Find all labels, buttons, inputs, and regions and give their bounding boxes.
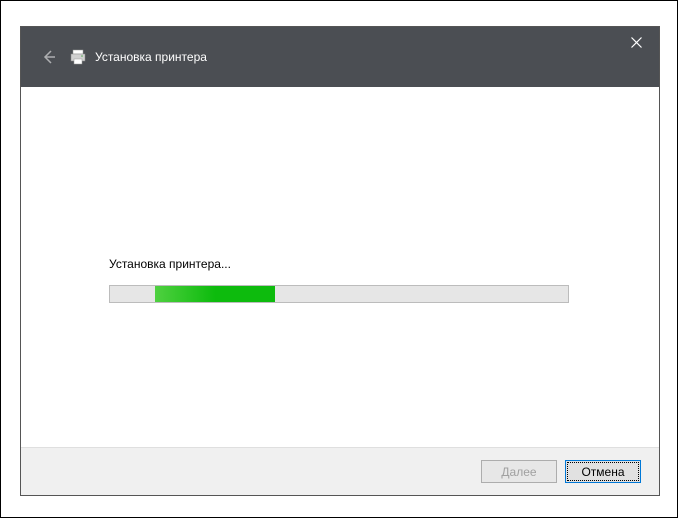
progress-bar	[109, 285, 569, 303]
outer-frame: Установка принтера Установка принтера...…	[0, 0, 678, 518]
printer-icon	[69, 48, 87, 66]
close-button[interactable]	[614, 27, 659, 57]
close-icon	[631, 37, 642, 48]
dialog-window: Установка принтера Установка принтера...…	[20, 26, 660, 496]
progress-fill	[155, 286, 275, 302]
back-button[interactable]	[39, 47, 59, 67]
cancel-button[interactable]: Отмена	[565, 460, 641, 483]
button-bar: Далее Отмена	[21, 447, 659, 495]
back-arrow-icon	[41, 49, 57, 65]
status-text: Установка принтера...	[109, 257, 231, 271]
window-title: Установка принтера	[95, 50, 207, 64]
titlebar: Установка принтера	[21, 27, 659, 87]
content-area: Установка принтера...	[21, 87, 659, 447]
next-button: Далее	[481, 460, 557, 483]
